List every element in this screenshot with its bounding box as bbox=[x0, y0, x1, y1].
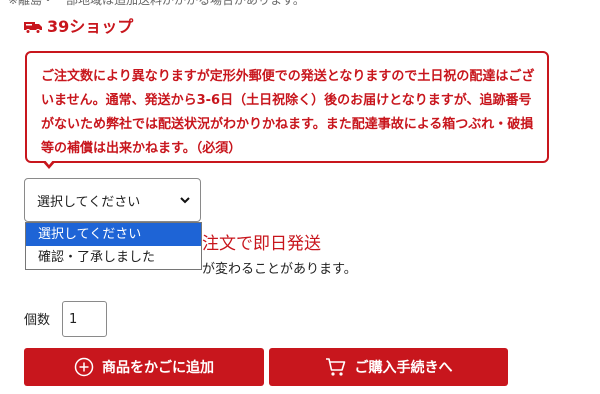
truck-icon bbox=[24, 19, 42, 34]
same-day-shipping-text: 注文で即日発送 bbox=[202, 234, 321, 254]
checkout-button[interactable]: ご購入手続きへ bbox=[269, 348, 508, 386]
select-dropdown-list: 選択してください 確認・了承しました bbox=[25, 222, 202, 270]
add-to-cart-label: 商品をかごに追加 bbox=[102, 360, 214, 376]
shipping-notice-text: ご注文数により異なりますが定形外郵便での発送となりますので土日祝の配達はございま… bbox=[41, 69, 535, 156]
checkout-label: ご購入手続きへ bbox=[354, 360, 453, 376]
select-option[interactable]: 確認・了承しました bbox=[26, 246, 201, 269]
notice-pointer bbox=[42, 159, 56, 169]
cart-icon bbox=[325, 358, 345, 376]
confirmation-select[interactable]: 選択してください bbox=[24, 178, 201, 222]
shop-name: 39ショップ bbox=[47, 17, 134, 36]
shipping-notice: ご注文数により異なりますが定形外郵便での発送となりますので土日祝の配達はございま… bbox=[25, 51, 549, 163]
select-value: 選択してください bbox=[37, 194, 141, 210]
plus-circle-icon bbox=[74, 357, 94, 377]
add-to-cart-button[interactable]: 商品をかごに追加 bbox=[24, 348, 264, 386]
shop-header: 39ショップ bbox=[24, 13, 133, 37]
shipping-note-cut: ※離島・一部地域は追加送料がかかる場合があります。 bbox=[8, 0, 305, 7]
change-note-text: が変わることがあります。 bbox=[202, 262, 357, 277]
quantity-label: 個数 bbox=[24, 313, 51, 328]
chevron-down-icon bbox=[180, 197, 190, 204]
select-option[interactable]: 選択してください bbox=[26, 223, 201, 246]
quantity-input[interactable] bbox=[62, 301, 107, 337]
